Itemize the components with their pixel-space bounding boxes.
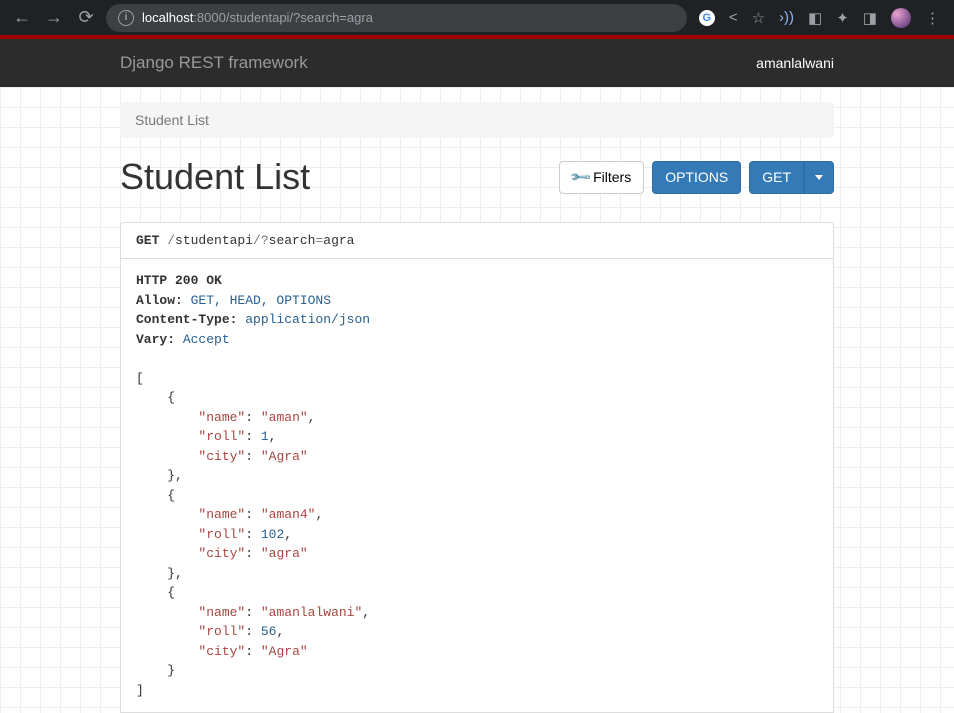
wrench-icon: 🔧	[568, 165, 592, 189]
brand-link[interactable]: Django REST framework	[120, 53, 308, 73]
request-method: GET	[136, 233, 159, 248]
request-path: /studentapi/?search=agra	[159, 233, 354, 248]
share-icon[interactable]: <	[729, 9, 738, 26]
profile-avatar[interactable]	[891, 8, 911, 28]
filters-button[interactable]: 🔧Filters	[559, 161, 645, 194]
back-button[interactable]: ←	[10, 7, 34, 28]
get-dropdown-button[interactable]	[804, 161, 834, 194]
address-bar[interactable]: i localhost:8000/studentapi/?search=agra	[106, 4, 687, 32]
reload-button[interactable]: ⟳	[74, 7, 98, 28]
site-info-icon[interactable]: i	[118, 10, 134, 26]
page-content: Student List Student List 🔧Filters OPTIO…	[0, 87, 954, 713]
action-buttons: 🔧Filters OPTIONS GET	[559, 161, 834, 194]
extension-icon[interactable]: ◧	[808, 9, 822, 27]
extensions-puzzle-icon[interactable]: ✦	[836, 9, 849, 27]
devtools-icon[interactable]: ◨	[863, 9, 877, 27]
bookmark-icon[interactable]: ☆	[752, 9, 765, 27]
toolbar-icons: G < ☆ ›)) ◧ ✦ ◨ ⋮	[695, 8, 944, 28]
chevron-down-icon	[815, 175, 823, 180]
forward-button[interactable]: →	[42, 7, 66, 28]
page-title: Student List	[120, 156, 310, 198]
extension-sound-icon[interactable]: ›))	[779, 9, 794, 26]
get-button[interactable]: GET	[749, 161, 804, 194]
top-navbar: Django REST framework amanlalwani	[0, 39, 954, 87]
menu-icon[interactable]: ⋮	[925, 9, 940, 27]
browser-toolbar: ← → ⟳ i localhost:8000/studentapi/?searc…	[0, 0, 954, 35]
response-body: HTTP 200 OK Allow: GET, HEAD, OPTIONS Co…	[120, 259, 834, 713]
google-icon[interactable]: G	[699, 10, 715, 26]
options-button[interactable]: OPTIONS	[652, 161, 741, 194]
breadcrumb[interactable]: Student List	[120, 102, 834, 138]
user-menu[interactable]: amanlalwani	[756, 55, 834, 71]
page-header: Student List 🔧Filters OPTIONS GET	[120, 156, 834, 198]
get-button-group: GET	[749, 161, 834, 194]
request-line: GET /studentapi/?search=agra	[120, 222, 834, 259]
url-text: localhost:8000/studentapi/?search=agra	[142, 10, 373, 25]
